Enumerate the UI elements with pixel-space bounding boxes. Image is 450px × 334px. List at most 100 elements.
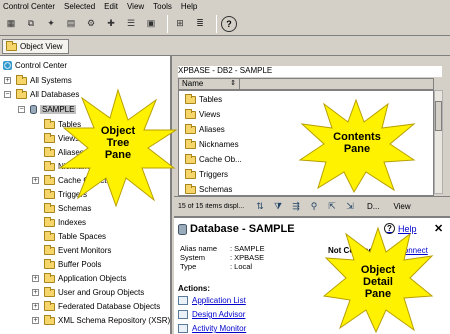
menu-selected[interactable]: Selected — [64, 2, 95, 11]
health-center-icon[interactable]: ✚ — [103, 16, 119, 32]
menu-edit[interactable]: Edit — [104, 2, 118, 11]
tree-item-federated-objects[interactable]: Federated Database Objects — [44, 300, 160, 313]
help-icon[interactable]: ? — [221, 15, 237, 32]
menu-bar: Control Center Selected Edit View Tools … — [0, 0, 450, 12]
folder-icon — [44, 202, 55, 213]
toolbar-separator — [167, 14, 168, 33]
tree-item-application-objects[interactable]: Application Objects — [44, 272, 126, 285]
find-icon[interactable]: ⚲ — [307, 200, 321, 214]
action-label: Design Advisor — [192, 310, 246, 319]
menu-view[interactable]: View — [127, 2, 144, 11]
sort-icon[interactable]: ⇅ — [253, 200, 267, 214]
tree-item-label: Control Center — [15, 61, 68, 70]
prop-key: Alias name — [180, 244, 218, 253]
folder-icon — [44, 188, 55, 199]
command-editor-icon[interactable]: ▤ — [63, 16, 79, 32]
tree-pane-callout-label: Object Tree Pane — [100, 125, 136, 161]
collapse-icon[interactable]: − — [4, 91, 11, 98]
task-center-icon[interactable]: ⚙ — [83, 16, 99, 32]
column-name[interactable]: Name ⇕ — [180, 79, 240, 89]
folder-icon — [44, 300, 55, 311]
action-activity-monitor[interactable]: Activity Monitor — [178, 324, 246, 333]
filter-icon[interactable]: ⧩ — [271, 200, 285, 214]
list-item[interactable]: Schemas — [185, 183, 232, 196]
close-icon[interactable]: ✕ — [434, 222, 443, 235]
folder-icon — [44, 258, 55, 269]
tree-item-label: Indexes — [58, 218, 87, 227]
tree-item-label: Application Objects — [58, 274, 127, 283]
tab-bar: Object View — [0, 36, 450, 56]
prop-value: : XPBASE — [230, 253, 265, 262]
list-item[interactable]: Views — [185, 108, 220, 121]
expand-icon[interactable]: + — [32, 317, 39, 324]
menu-help[interactable]: Help — [181, 2, 197, 11]
license-icon[interactable]: ▣ — [143, 16, 159, 32]
tree-item-control-center[interactable]: Control Center — [3, 59, 67, 72]
expand-icon[interactable]: + — [32, 275, 39, 282]
folder-icon — [185, 123, 196, 134]
tree-item-xml-schema-repository[interactable]: XML Schema Repository (XSR) — [44, 314, 170, 327]
folder-icon — [185, 153, 196, 164]
deselect-icon[interactable]: ⇲ — [343, 200, 357, 214]
expand-icon[interactable]: + — [32, 289, 39, 296]
view-button[interactable]: View — [393, 202, 410, 211]
list-item[interactable]: Triggers — [185, 168, 228, 181]
tools-settings-icon[interactable]: ⊞ — [172, 16, 188, 32]
contents-pane-callout-label: Contents Pane — [333, 131, 381, 155]
folder-icon — [6, 40, 17, 51]
database-icon — [30, 105, 37, 114]
tree-item-all-systems[interactable]: All Systems — [16, 74, 72, 87]
tree-item-indexes[interactable]: Indexes — [44, 216, 86, 229]
tree-item-label: Federated Database Objects — [58, 302, 161, 311]
folder-icon — [44, 314, 55, 325]
customize-columns-icon[interactable]: ⇶ — [289, 200, 303, 214]
folder-icon — [44, 118, 55, 129]
list-item[interactable]: Aliases — [185, 123, 225, 136]
folder-icon — [44, 174, 55, 185]
journal-icon[interactable]: ☰ — [123, 16, 139, 32]
prop-type: Type : Local — [180, 262, 265, 271]
expand-icon[interactable]: + — [32, 177, 39, 184]
collapse-icon[interactable]: − — [18, 106, 25, 113]
sort-icon: ⇕ — [230, 80, 236, 87]
prop-system: System: XPBASE — [180, 253, 265, 262]
actions-label: Actions: — [178, 284, 210, 293]
tree-item-label: XML Schema Repository (XSR) — [58, 316, 171, 325]
expand-icon[interactable]: + — [32, 303, 39, 310]
tab-object-view[interactable]: Object View — [2, 39, 69, 54]
tree-item-label: Event Monitors — [58, 246, 112, 255]
prop-value: : Local — [230, 262, 253, 271]
tree-item-buffer-pools[interactable]: Buffer Pools — [44, 258, 101, 271]
tree-item-event-monitors[interactable]: Event Monitors — [44, 244, 111, 257]
tree-item-label: Buffer Pools — [58, 260, 102, 269]
list-item[interactable]: Cache Ob... — [185, 153, 242, 166]
list-item-label: Triggers — [199, 170, 229, 179]
contents-path: XPBASE - DB2 - SAMPLE — [178, 66, 442, 77]
tree-item-label: User and Group Objects — [58, 288, 145, 297]
folder-icon — [44, 244, 55, 255]
database-icon — [178, 223, 187, 235]
prop-key: Type — [180, 262, 197, 271]
list-item[interactable]: Nicknames — [185, 138, 239, 151]
satellite-icon[interactable]: ✦ — [43, 16, 59, 32]
action-application-list[interactable]: Application List — [178, 296, 246, 305]
list-item[interactable]: Tables — [185, 93, 222, 106]
control-center-icon[interactable]: ▦ — [3, 16, 19, 32]
list-view-icon[interactable]: ≣ — [192, 16, 208, 32]
menu-tools[interactable]: Tools — [153, 2, 172, 11]
replication-icon[interactable]: ⧉ — [23, 16, 39, 32]
scrollbar-thumb[interactable] — [435, 101, 442, 131]
control-center-icon — [3, 61, 12, 70]
activity-monitor-icon — [178, 324, 188, 333]
default-view-button[interactable]: D... — [367, 202, 379, 211]
folder-icon — [44, 272, 55, 283]
contents-scrollbar[interactable] — [434, 90, 443, 194]
folder-icon — [44, 286, 55, 297]
select-all-icon[interactable]: ⇱ — [325, 200, 339, 214]
menu-control-center[interactable]: Control Center — [3, 2, 55, 11]
folder-icon — [44, 132, 55, 143]
tree-item-table-spaces[interactable]: Table Spaces — [44, 230, 106, 243]
expand-icon[interactable]: + — [4, 77, 11, 84]
action-design-advisor[interactable]: Design Advisor — [178, 310, 245, 319]
tree-item-user-group-objects[interactable]: User and Group Objects — [44, 286, 144, 299]
